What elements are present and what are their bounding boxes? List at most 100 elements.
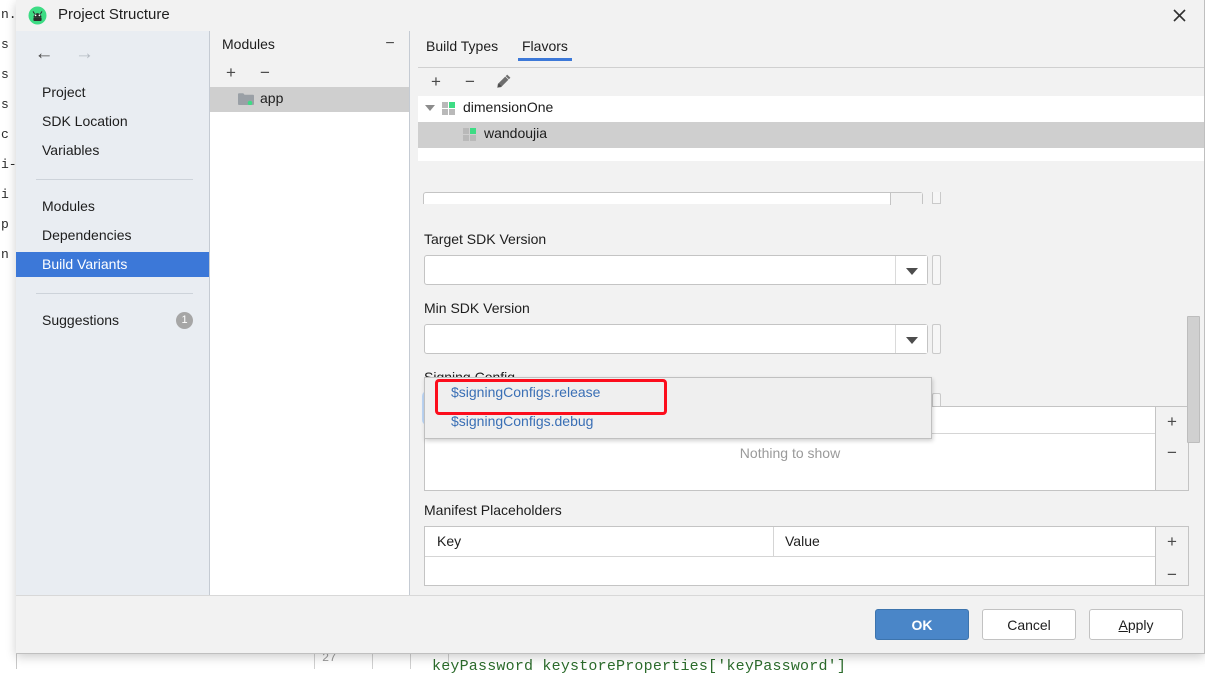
close-icon[interactable]	[1154, 0, 1204, 31]
dropdown-option-label: $signingConfigs.release	[451, 384, 601, 400]
plus-icon[interactable]: +	[220, 62, 242, 83]
min-sdk-version-combo[interactable]	[424, 324, 928, 354]
ide-left-text-fragments: n. s s s c i- i p n	[0, 0, 16, 669]
column-header-value: Value	[785, 533, 820, 549]
list-side-buttons: + −	[1156, 406, 1189, 491]
build-variants-content: Build Types Flavors + − dimensionOne wan…	[410, 31, 1204, 596]
minus-icon[interactable]: −	[381, 35, 399, 53]
field-label-min-sdk: Min SDK Version	[424, 300, 530, 316]
minus-icon[interactable]: −	[458, 71, 482, 93]
sidebar-item-sdk-location[interactable]: SDK Location	[16, 109, 209, 134]
tab-flavors[interactable]: Flavors	[518, 35, 572, 61]
list-item[interactable]: app	[210, 87, 409, 112]
chevron-down-icon[interactable]	[890, 193, 922, 205]
flavors-tree: dimensionOne wandoujia	[418, 96, 1204, 161]
modules-panel: Modules − + − app	[210, 31, 410, 596]
dialog-sidebar: ← → Project SDK Location Variables Modul…	[16, 31, 210, 596]
ide-fragment: s	[1, 97, 9, 112]
sidebar-item-label: Modules	[42, 198, 95, 214]
content-scrollbar-track[interactable]	[1187, 173, 1200, 586]
arrow-left-icon[interactable]: ←	[30, 43, 58, 65]
sidebar-divider	[36, 293, 193, 294]
chevron-down-icon[interactable]	[895, 256, 927, 284]
sidebar-divider	[36, 179, 193, 180]
sidebar-item-modules[interactable]: Modules	[16, 194, 209, 219]
tab-label: Flavors	[522, 38, 568, 54]
empty-state-text: Nothing to show	[739, 445, 841, 461]
android-studio-icon	[28, 6, 47, 25]
sidebar-item-label: Build Variants	[42, 256, 128, 272]
status-badge: 1	[176, 312, 193, 329]
column-header-key: Key	[437, 533, 462, 549]
ide-fragment: n.	[1, 7, 16, 22]
manifest-placeholders-table[interactable]: Key Value	[424, 526, 1156, 586]
apply-button[interactable]: Apply	[1089, 609, 1183, 640]
dialog-footer: OK Cancel Apply	[16, 595, 1204, 653]
sidebar-item-label: Dependencies	[42, 227, 132, 243]
field-label-target-sdk: Target SDK Version	[424, 231, 547, 247]
ide-fragment: i-	[1, 157, 16, 172]
plus-icon[interactable]: +	[1156, 527, 1188, 557]
sidebar-item-label: Project	[42, 84, 86, 100]
button-label: Cancel	[1007, 616, 1051, 633]
minus-icon[interactable]: −	[1156, 560, 1188, 590]
ide-fragment: n	[1, 247, 9, 262]
ok-button[interactable]: OK	[875, 609, 969, 640]
content-scrollbar-thumb[interactable]	[1187, 316, 1200, 443]
ide-code-text: keyPassword keystoreProperties['keyPassw…	[432, 658, 847, 675]
sidebar-item-project[interactable]: Project	[16, 80, 209, 105]
sidebar-item-label: Suggestions	[42, 312, 120, 328]
ide-fragment: p	[1, 217, 9, 232]
button-label: OK	[911, 616, 933, 633]
spinner-stub[interactable]	[932, 324, 941, 354]
navigation-arrows: ← →	[30, 43, 98, 65]
tree-node-label: wandoujia	[484, 125, 548, 141]
arrow-right-icon[interactable]: →	[70, 43, 98, 65]
tree-row-dimension[interactable]: dimensionOne	[418, 96, 1204, 122]
pencil-icon[interactable]	[492, 71, 516, 93]
chevron-down-icon[interactable]	[895, 325, 927, 353]
modules-toolbar: + −	[210, 58, 409, 88]
module-label: app	[260, 90, 284, 106]
modules-panel-title: Modules	[222, 36, 275, 52]
flavor-toolbar: + −	[418, 67, 1204, 97]
dropdown-option-release[interactable]: $signingConfigs.release	[425, 378, 931, 407]
tree-row-flavor[interactable]: wandoujia	[418, 122, 1204, 148]
dropdown-option-label: $signingConfigs.debug	[451, 413, 594, 429]
minus-icon[interactable]: −	[1156, 438, 1188, 468]
spinner-stub[interactable]	[932, 192, 941, 204]
dialog-title: Project Structure	[58, 6, 170, 23]
sidebar-item-dependencies[interactable]: Dependencies	[16, 223, 209, 248]
ide-fragment: c	[1, 127, 9, 142]
flavor-settings-form: Target SDK Version Min SDK Version Signi…	[418, 161, 1204, 596]
column-divider[interactable]	[773, 527, 774, 556]
tab-bar: Build Types Flavors	[410, 31, 1204, 62]
dialog-titlebar: Project Structure	[16, 0, 1204, 32]
sidebar-item-label: Variables	[42, 142, 100, 158]
spinner-stub[interactable]	[932, 255, 941, 285]
module-folder-icon	[238, 92, 254, 106]
sidebar-item-build-variants[interactable]: Build Variants	[16, 252, 209, 277]
target-sdk-version-combo[interactable]	[424, 255, 928, 285]
sidebar-item-label: SDK Location	[42, 113, 128, 129]
signing-config-dropdown[interactable]: $signingConfigs.release $signingConfigs.…	[424, 377, 932, 439]
chevron-down-icon[interactable]	[425, 105, 435, 111]
partial-combo-above[interactable]	[423, 192, 923, 205]
sidebar-item-suggestions[interactable]: Suggestions 1	[16, 308, 209, 333]
tab-label: Build Types	[426, 38, 499, 54]
plus-icon[interactable]: +	[1156, 407, 1188, 437]
ide-fragment: s	[1, 67, 9, 82]
plus-icon[interactable]: +	[424, 71, 448, 93]
ide-fragment: s	[1, 37, 9, 52]
dropdown-option-debug[interactable]: $signingConfigs.debug	[425, 407, 931, 436]
tree-node-label: dimensionOne	[463, 99, 554, 115]
field-label-manifest-placeholders: Manifest Placeholders	[424, 502, 562, 518]
tab-build-types[interactable]: Build Types	[422, 35, 502, 61]
project-structure-dialog: Project Structure ← → Project SDK Locati…	[16, 0, 1205, 654]
sidebar-item-variables[interactable]: Variables	[16, 138, 209, 163]
ide-fragment: i	[1, 187, 9, 202]
cancel-button[interactable]: Cancel	[982, 609, 1076, 640]
table-header-divider	[425, 556, 1155, 557]
modules-panel-header: Modules −	[210, 31, 409, 59]
minus-icon[interactable]: −	[254, 62, 276, 83]
